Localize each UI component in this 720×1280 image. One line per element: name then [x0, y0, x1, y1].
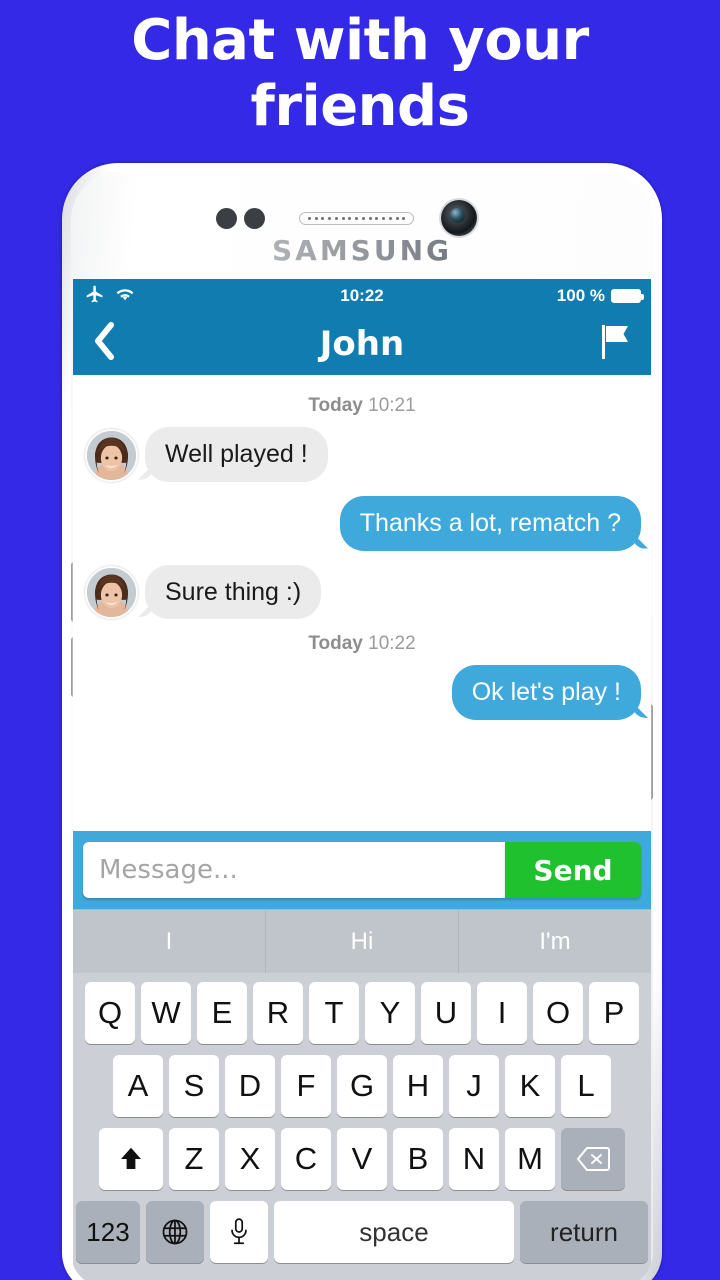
return-key[interactable]: return	[520, 1201, 648, 1263]
message-input-bar: Message... Send	[73, 831, 651, 909]
keyboard-row-3: Z X C V B N M	[76, 1128, 648, 1190]
key-p[interactable]: P	[589, 982, 639, 1044]
key-h[interactable]: H	[393, 1055, 443, 1117]
message-bubble-incoming: Well played !	[145, 427, 328, 482]
light-sensor-icon	[244, 208, 265, 229]
message-input[interactable]: Message...	[83, 842, 505, 898]
flag-icon[interactable]	[597, 323, 633, 366]
key-k[interactable]: K	[505, 1055, 555, 1117]
key-y[interactable]: Y	[365, 982, 415, 1044]
key-f[interactable]: F	[281, 1055, 331, 1117]
numbers-key[interactable]: 123	[76, 1201, 140, 1263]
message-row: Sure thing :)	[85, 564, 639, 620]
timestamp-day: Today	[308, 633, 363, 655]
avatar[interactable]	[85, 428, 138, 482]
front-camera-icon	[441, 200, 477, 236]
key-e[interactable]: E	[197, 982, 247, 1044]
key-b[interactable]: B	[393, 1128, 443, 1190]
message-bubble-outgoing: Thanks a lot, rematch ?	[339, 495, 641, 551]
microphone-icon[interactable]	[210, 1201, 268, 1263]
earpiece-speaker-icon	[299, 212, 414, 225]
page-title: Chat with your friends	[0, 0, 720, 139]
shift-up-icon[interactable]	[99, 1128, 163, 1190]
autocomplete-bar: I Hi I'm	[73, 909, 651, 973]
message-row: Thanks a lot, rematch ?	[85, 495, 641, 551]
page-title-line-2: friends	[250, 73, 470, 139]
status-bar: 10:22 100 %	[73, 279, 651, 313]
key-o[interactable]: O	[533, 982, 583, 1044]
key-w[interactable]: W	[141, 982, 191, 1044]
send-button[interactable]: Send	[505, 842, 641, 898]
battery-full-icon	[611, 289, 644, 303]
suggestion-chip[interactable]: I	[73, 910, 266, 973]
key-n[interactable]: N	[449, 1128, 499, 1190]
key-u[interactable]: U	[421, 982, 471, 1044]
proximity-sensor-icon	[216, 208, 237, 229]
space-key[interactable]: space	[274, 1201, 514, 1263]
key-a[interactable]: A	[113, 1055, 163, 1117]
keyboard-row-4: 123 space return	[76, 1201, 648, 1263]
timestamp-time: 10:22	[368, 633, 416, 655]
phone-body: SAMSUNG 10:22 100 % John Today 10:21 Wel…	[71, 172, 653, 1280]
timestamp-day: Today	[308, 395, 363, 416]
timestamp-divider: Today 10:21	[85, 395, 639, 417]
key-i[interactable]: I	[477, 982, 527, 1044]
key-r[interactable]: R	[253, 982, 303, 1044]
backspace-icon[interactable]	[561, 1128, 625, 1190]
message-bubble-outgoing: Ok let's play !	[451, 665, 641, 720]
status-bar-right: 100 %	[556, 286, 644, 306]
message-bubble-incoming: Sure thing :)	[145, 564, 322, 620]
key-d[interactable]: D	[225, 1055, 275, 1117]
device-brand-logo: SAMSUNG	[71, 234, 653, 267]
timestamp-time: 10:21	[368, 395, 416, 416]
key-l[interactable]: L	[561, 1055, 611, 1117]
onscreen-keyboard: Q W E R T Y U I O P A S D F G H J K L Z …	[73, 973, 651, 1280]
battery-percent-label: 100 %	[556, 286, 605, 305]
suggestion-chip[interactable]: I'm	[459, 910, 651, 973]
message-row: Ok let's play !	[85, 665, 641, 720]
message-row: Well played !	[85, 427, 639, 482]
keyboard-row-1: Q W E R T Y U I O P	[76, 982, 648, 1044]
page-title-line-1: Chat with your	[131, 8, 589, 73]
key-m[interactable]: M	[505, 1128, 555, 1190]
avatar[interactable]	[85, 566, 138, 620]
key-q[interactable]: Q	[85, 982, 135, 1044]
globe-icon[interactable]	[146, 1201, 204, 1263]
keyboard-row-2: A S D F G H J K L	[76, 1055, 648, 1117]
key-v[interactable]: V	[337, 1128, 387, 1190]
suggestion-chip[interactable]: Hi	[266, 910, 459, 973]
conversation-title: John	[319, 324, 405, 364]
key-z[interactable]: Z	[169, 1128, 219, 1190]
phone-top-hardware: SAMSUNG	[71, 172, 653, 279]
key-t[interactable]: T	[309, 982, 359, 1044]
key-j[interactable]: J	[449, 1055, 499, 1117]
app-nav-bar: John	[73, 313, 651, 375]
phone-device: SAMSUNG 10:22 100 % John Today 10:21 Wel…	[62, 163, 662, 1280]
key-g[interactable]: G	[337, 1055, 387, 1117]
key-c[interactable]: C	[281, 1128, 331, 1190]
timestamp-divider: Today 10:22	[85, 633, 639, 655]
phone-screen: 10:22 100 % John Today 10:21 Well played…	[73, 279, 651, 1280]
key-x[interactable]: X	[225, 1128, 275, 1190]
message-list[interactable]: Today 10:21 Well played ! Thanks a lot, …	[73, 375, 651, 831]
key-s[interactable]: S	[169, 1055, 219, 1117]
